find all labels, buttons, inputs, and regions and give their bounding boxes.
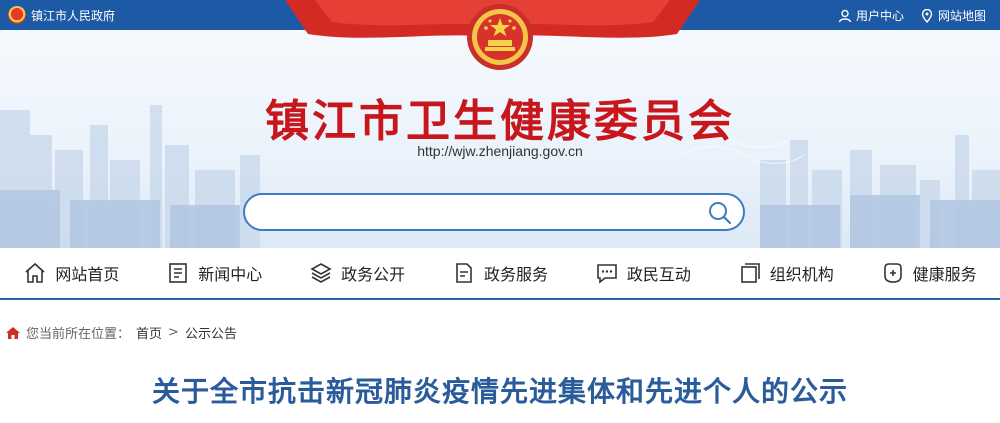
nav-item-label: 健康服务 (912, 265, 977, 284)
site-map-label: 网站地图 (937, 9, 986, 23)
health-icon (883, 263, 902, 283)
nav-item-health[interactable]: 健康服务 (857, 248, 1000, 298)
chat-icon (597, 264, 617, 284)
nav-item-label: 新闻中心 (198, 265, 263, 284)
nav-item-label: 网站首页 (55, 265, 120, 284)
breadcrumb-home-link[interactable]: 首页 (136, 323, 162, 342)
nav-item-services[interactable]: 政务服务 (429, 248, 572, 298)
national-emblem-logo (467, 4, 533, 70)
user-center-label: 用户中心 (855, 9, 904, 23)
search-icon[interactable] (707, 200, 733, 226)
nav-item-home[interactable]: 网站首页 (0, 248, 143, 298)
main-nav: 网站首页 新闻中心 政务公开 政务服务 政民互动 组织机构 健康服务 (0, 248, 1000, 300)
site-map-link[interactable]: 网站地图 (920, 7, 986, 24)
form-icon (456, 263, 472, 283)
user-icon (838, 9, 852, 22)
nav-item-organization[interactable]: 组织机构 (714, 248, 857, 298)
layers-icon (310, 263, 332, 283)
nav-item-news[interactable]: 新闻中心 (143, 248, 286, 298)
nav-item-label: 政务公开 (341, 265, 406, 284)
breadcrumb-separator: > (168, 325, 179, 340)
map-pin-icon (921, 8, 933, 23)
article-title: 关于全市抗击新冠肺炎疫情先进集体和先进个人的公示 (151, 375, 848, 408)
nav-item-label: 政民互动 (626, 265, 691, 284)
nav-item-label: 组织机构 (769, 265, 834, 284)
breadcrumb-current-link[interactable]: 公示公告 (185, 323, 237, 342)
news-icon (169, 263, 188, 283)
user-center-link[interactable]: 用户中心 (838, 7, 904, 24)
search-box (243, 193, 745, 231)
nav-item-disclosure[interactable]: 政务公开 (286, 248, 429, 298)
site-url: http://wjw.zhenjiang.gov.cn (417, 143, 583, 159)
breadcrumb: 您当前所在位置： 首页 > 公示公告 (6, 323, 237, 342)
nav-item-interaction[interactable]: 政民互动 (571, 248, 714, 298)
nav-item-label: 政务服务 (484, 265, 549, 284)
breadcrumb-prefix: 您当前所在位置： (26, 327, 131, 342)
gov-label: 镇江市人民政府 (31, 8, 116, 23)
site-title: 镇江市卫生健康委员会 (265, 96, 735, 147)
org-icon (740, 263, 760, 283)
home-icon (25, 262, 45, 283)
search-input[interactable] (263, 201, 703, 223)
national-emblem-icon (8, 6, 26, 24)
gov-link[interactable]: 镇江市人民政府 (8, 6, 115, 24)
home-icon (6, 326, 20, 339)
